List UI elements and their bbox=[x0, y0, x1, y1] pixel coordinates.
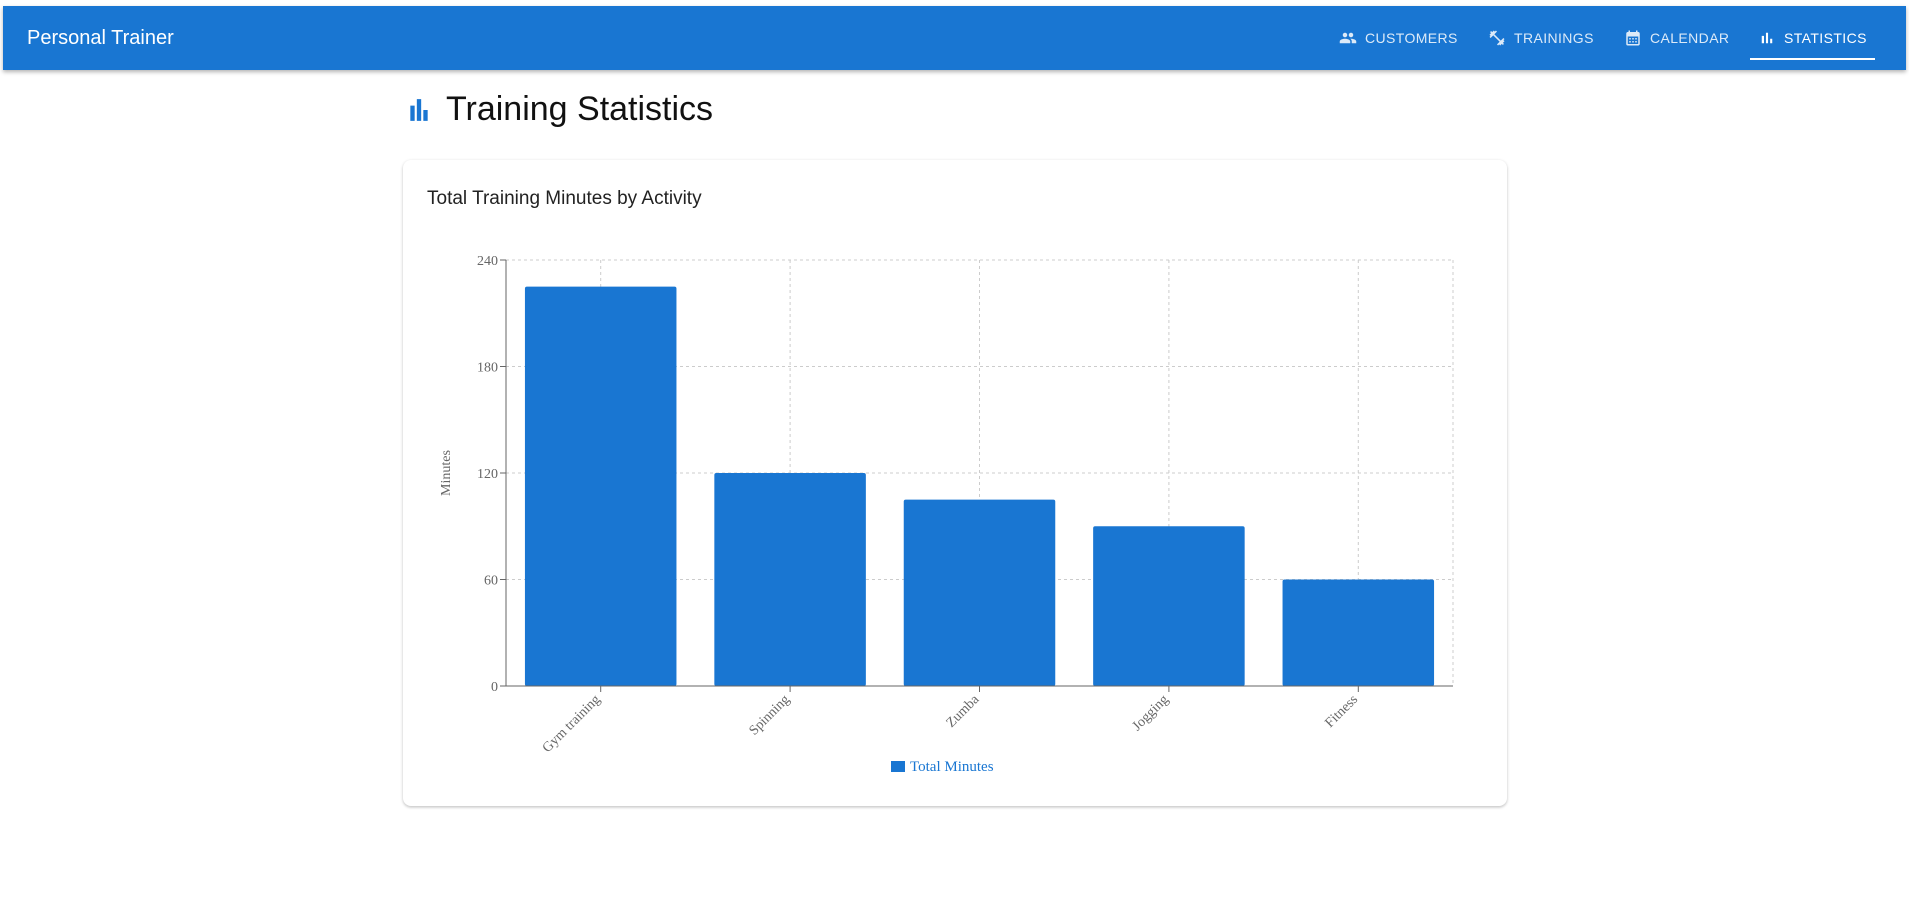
y-tick-label: 60 bbox=[484, 574, 498, 589]
nav-customers-label: CUSTOMERS bbox=[1365, 30, 1458, 46]
x-tick-label: Spinning bbox=[747, 692, 793, 738]
y-axis-label: Minutes bbox=[439, 450, 454, 496]
bar-chart-icon bbox=[1761, 32, 1773, 44]
nav-trainings-label: TRAININGS bbox=[1514, 30, 1594, 46]
legend-swatch bbox=[891, 761, 905, 772]
nav-calendar-label: CALENDAR bbox=[1650, 30, 1730, 46]
y-tick-label: 0 bbox=[491, 680, 498, 695]
bar-zumba bbox=[903, 499, 1056, 686]
y-tick-label: 240 bbox=[477, 254, 498, 269]
bar-gym-training bbox=[524, 286, 677, 686]
nav-statistics-label: STATISTICS bbox=[1784, 30, 1867, 46]
fitness-icon bbox=[1489, 30, 1505, 46]
page-title: Training Statistics bbox=[446, 90, 714, 128]
nav-customers-button[interactable]: CUSTOMERS bbox=[1339, 20, 1458, 56]
nav-trainings-button[interactable]: TRAININGS bbox=[1488, 20, 1594, 56]
y-tick-label: 120 bbox=[477, 467, 498, 482]
app-title: Personal Trainer bbox=[27, 27, 174, 49]
bar-chart-icon bbox=[410, 98, 428, 121]
x-tick-label: Fitness bbox=[1322, 692, 1361, 731]
x-tick-label: Zumba bbox=[944, 692, 983, 731]
page-header: Training Statistics bbox=[406, 90, 713, 129]
chart-card: Total Training Minutes by Activity 0 60 12… bbox=[403, 160, 1507, 806]
app-bar: Personal Trainer CUSTOMERS TRAININGS CAL… bbox=[3, 6, 1906, 70]
legend-label: Total Minutes bbox=[910, 759, 994, 775]
nav-statistics-button[interactable]: STATISTICS bbox=[1750, 20, 1875, 60]
x-tick-label: Gym training bbox=[540, 692, 604, 756]
x-tick-label: Jogging bbox=[1130, 692, 1172, 734]
people-icon bbox=[1339, 32, 1357, 44]
calendar-icon bbox=[1626, 30, 1640, 46]
bar-fitness bbox=[1282, 579, 1435, 686]
y-tick-label: 180 bbox=[477, 361, 498, 376]
bar-chart: 0 60 120 180 240 Gym training Spinning Zumba Jog… bbox=[439, 254, 1454, 775]
bar-jogging bbox=[1093, 526, 1245, 686]
nav-calendar-button[interactable]: CALENDAR bbox=[1624, 20, 1729, 56]
bar-spinning bbox=[714, 473, 866, 686]
